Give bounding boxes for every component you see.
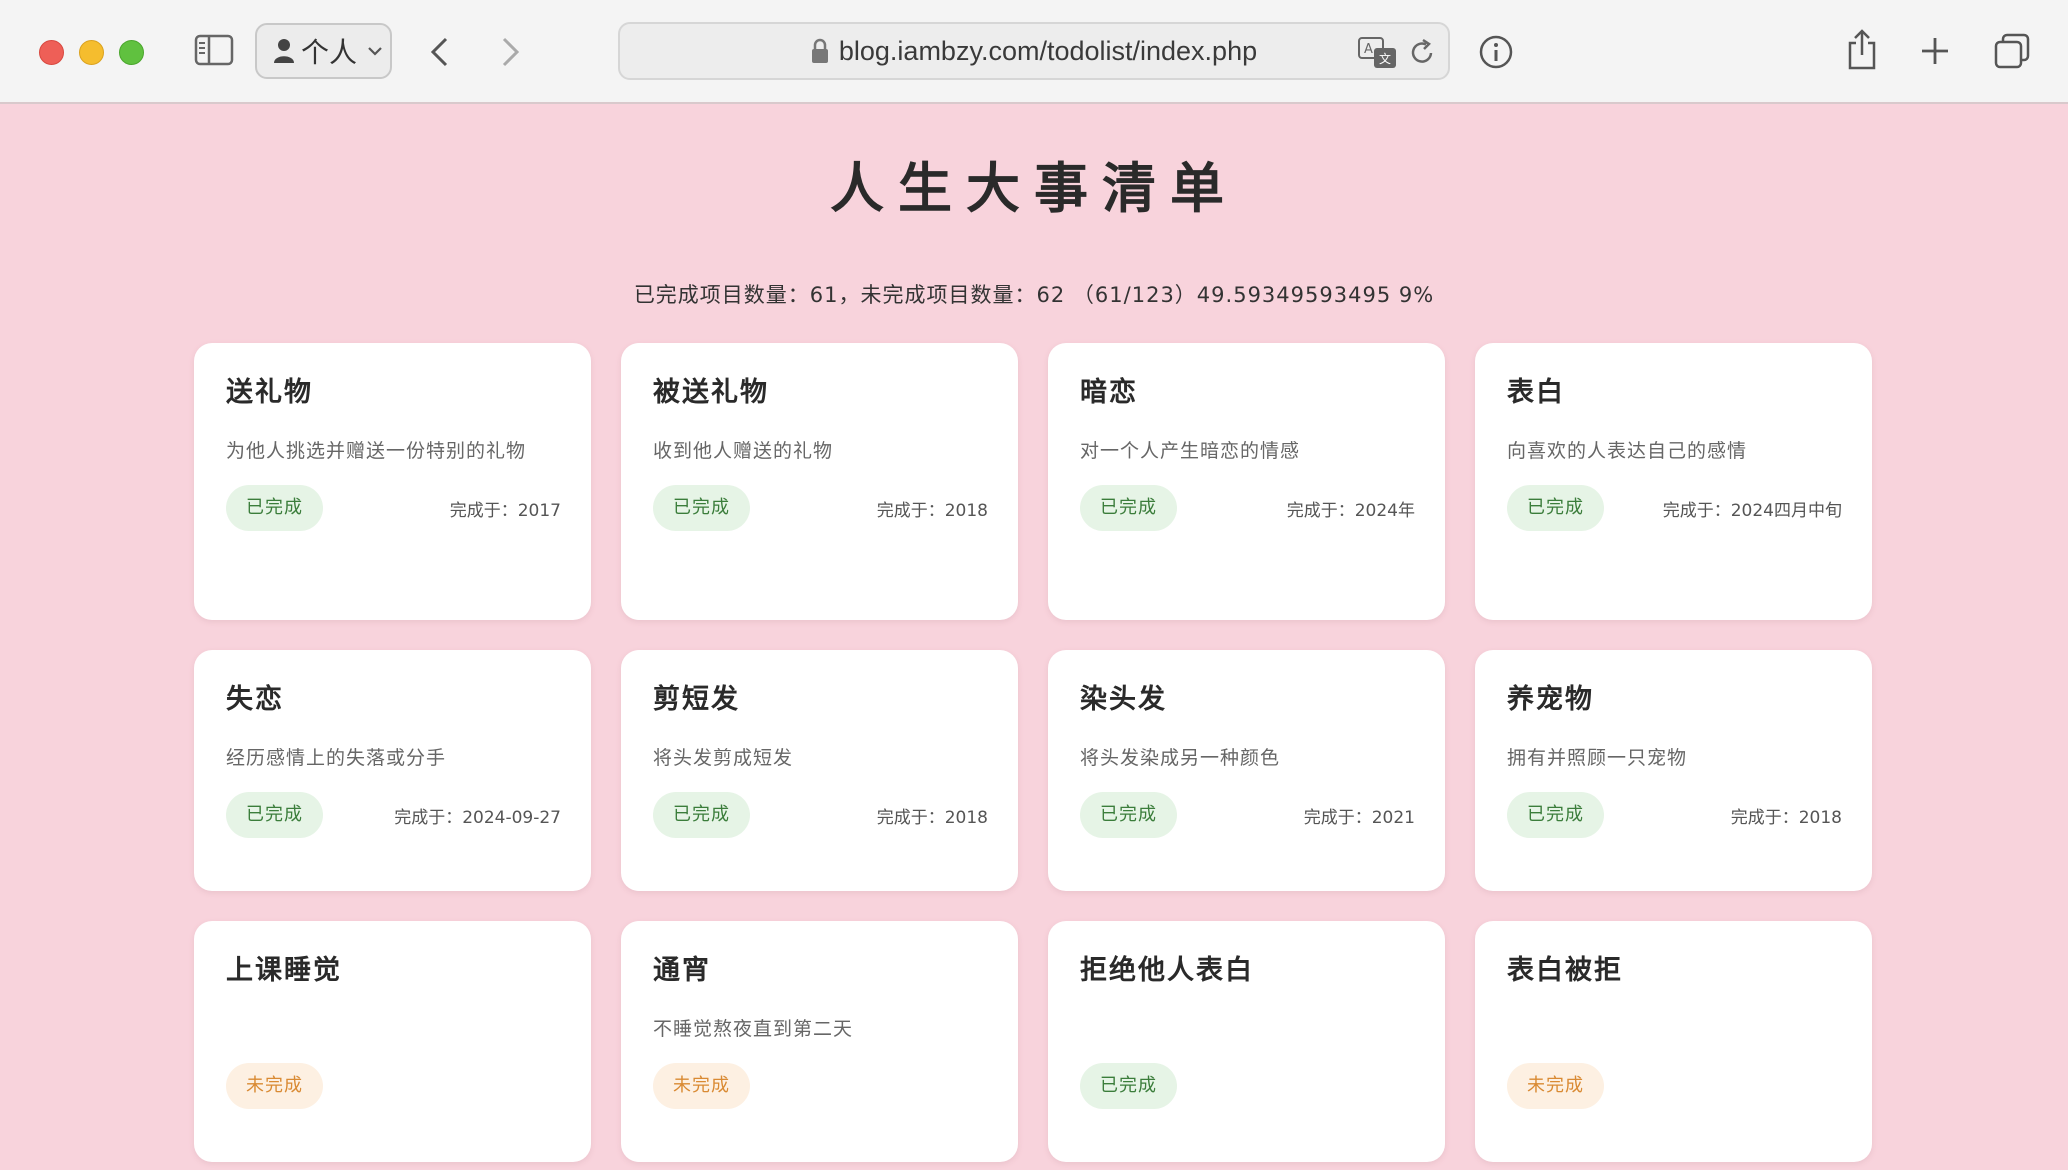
- todo-card[interactable]: 失恋 经历感情上的失落或分手 已完成 完成于：2024-09-27: [194, 650, 591, 891]
- card-description: 将头发剪成短发: [653, 747, 794, 770]
- status-badge: 已完成: [1080, 1063, 1177, 1110]
- minimize-window-button[interactable]: [79, 40, 104, 65]
- completion-date: 完成于：2024-09-27: [394, 807, 561, 828]
- browser-toolbar: 个人 blog.iambzy.com/todolist/index.php A …: [0, 0, 2068, 104]
- close-window-button[interactable]: [39, 40, 64, 65]
- status-badge: 已完成: [1080, 792, 1177, 839]
- card-title: 失恋: [226, 684, 284, 715]
- status-badge: 已完成: [1507, 792, 1604, 839]
- card-title: 通宵: [653, 955, 711, 986]
- reload-icon[interactable]: [1408, 38, 1436, 68]
- page-title: 人生大事清单: [830, 157, 1238, 220]
- card-description: 对一个人产生暗恋的情感: [1080, 440, 1301, 463]
- status-badge: 未完成: [1507, 1063, 1604, 1110]
- todo-card[interactable]: 拒绝他人表白 已完成: [1048, 921, 1445, 1162]
- new-tab-icon[interactable]: [1920, 36, 1950, 66]
- tab-overview-icon[interactable]: [1994, 33, 2030, 69]
- profile-button[interactable]: 个人: [255, 23, 392, 79]
- todo-card[interactable]: 染头发 将头发染成另一种颜色 已完成 完成于：2021: [1048, 650, 1445, 891]
- svg-text:A: A: [1364, 42, 1373, 57]
- completion-date: 完成于：2018: [876, 807, 988, 828]
- card-title: 被送礼物: [653, 377, 769, 408]
- todo-grid: 送礼物 为他人挑选并赠送一份特别的礼物 已完成 完成于：2017 被送礼物 收到…: [194, 343, 1874, 1162]
- todo-card[interactable]: 被送礼物 收到他人赠送的礼物 已完成 完成于：2018: [621, 343, 1018, 620]
- card-title: 养宠物: [1507, 684, 1594, 715]
- card-description: 不睡觉熬夜直到第二天: [653, 1018, 854, 1041]
- todo-card[interactable]: 暗恋 对一个人产生暗恋的情感 已完成 完成于：2024年: [1048, 343, 1445, 620]
- card-title: 表白被拒: [1507, 955, 1623, 986]
- back-arrow-icon[interactable]: [428, 36, 452, 68]
- todo-card[interactable]: 表白被拒 未完成: [1475, 921, 1872, 1162]
- zoom-window-button[interactable]: [119, 40, 144, 65]
- card-description: 经历感情上的失落或分手: [226, 747, 447, 770]
- forward-arrow-icon[interactable]: [498, 36, 522, 68]
- card-title: 送礼物: [226, 377, 313, 408]
- person-icon: [274, 39, 294, 63]
- sidebar-toggle-icon[interactable]: [194, 34, 234, 66]
- status-badge: 已完成: [226, 485, 323, 532]
- card-title: 暗恋: [1080, 377, 1138, 408]
- completion-date: 完成于：2021: [1303, 807, 1415, 828]
- card-description: 收到他人赠送的礼物: [653, 440, 834, 463]
- todo-card[interactable]: 上课睡觉 未完成: [194, 921, 591, 1162]
- status-badge: 未完成: [226, 1063, 323, 1110]
- status-badge: 已完成: [653, 792, 750, 839]
- status-badge: 已完成: [226, 792, 323, 839]
- lock-icon: [811, 38, 828, 63]
- translate-icon[interactable]: A 文: [1358, 37, 1398, 69]
- completion-date: 完成于：2018: [1730, 807, 1842, 828]
- card-title: 剪短发: [653, 684, 740, 715]
- status-badge: 已完成: [1507, 485, 1604, 532]
- info-icon[interactable]: [1478, 34, 1514, 70]
- todo-card[interactable]: 表白 向喜欢的人表达自己的感情 已完成 完成于：2024四月中旬: [1475, 343, 1872, 620]
- card-title: 染头发: [1080, 684, 1167, 715]
- completion-stats: 已完成项目数量：61，未完成项目数量：62 （61/123）49.5934959…: [633, 283, 1435, 307]
- todo-card[interactable]: 送礼物 为他人挑选并赠送一份特别的礼物 已完成 完成于：2017: [194, 343, 591, 620]
- todo-card[interactable]: 养宠物 拥有并照顾一只宠物 已完成 完成于：2018: [1475, 650, 1872, 891]
- completion-date: 完成于：2018: [876, 500, 988, 521]
- card-description: 为他人挑选并赠送一份特别的礼物: [226, 440, 527, 463]
- card-description: 向喜欢的人表达自己的感情: [1507, 440, 1748, 463]
- svg-text:文: 文: [1379, 51, 1391, 66]
- card-title: 上课睡觉: [226, 955, 342, 986]
- card-description: [1080, 1011, 1415, 1047]
- todo-card[interactable]: 通宵 不睡觉熬夜直到第二天 未完成: [621, 921, 1018, 1162]
- completion-date: 完成于：2017: [449, 500, 561, 521]
- card-description: [226, 1011, 561, 1047]
- card-title: 表白: [1507, 377, 1565, 408]
- status-badge: 已完成: [1080, 485, 1177, 532]
- profile-label: 个人: [301, 36, 358, 69]
- card-description: 将头发染成另一种颜色: [1080, 747, 1281, 770]
- status-badge: 未完成: [653, 1063, 750, 1110]
- card-title: 拒绝他人表白: [1080, 955, 1254, 986]
- share-icon[interactable]: [1846, 28, 1878, 70]
- chevron-down-icon: [368, 47, 382, 56]
- completion-date: 完成于：2024四月中旬: [1662, 500, 1842, 521]
- completion-date: 完成于：2024年: [1286, 500, 1415, 521]
- card-description: [1507, 1011, 1842, 1047]
- address-bar[interactable]: blog.iambzy.com/todolist/index.php A 文: [618, 22, 1450, 80]
- todo-card[interactable]: 剪短发 将头发剪成短发 已完成 完成于：2018: [621, 650, 1018, 891]
- url-text: blog.iambzy.com/todolist/index.php: [838, 35, 1258, 66]
- status-badge: 已完成: [653, 485, 750, 532]
- card-description: 拥有并照顾一只宠物: [1507, 747, 1688, 770]
